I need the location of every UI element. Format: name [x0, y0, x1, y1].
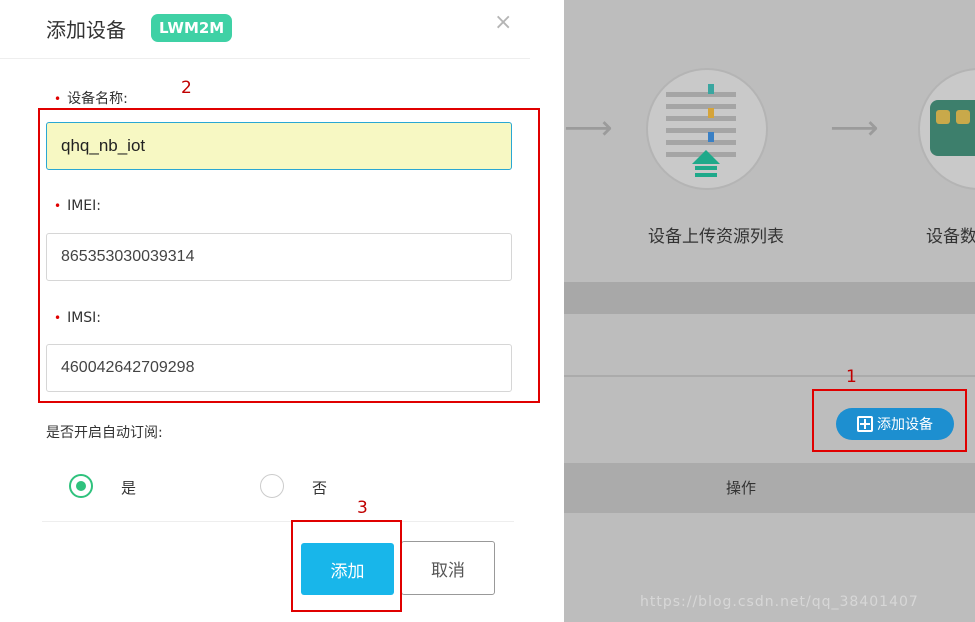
device-name-label: • 设备名称:: [54, 91, 128, 107]
auto-subscribe-yes-radio[interactable]: [69, 474, 93, 498]
device-data-icon: [918, 68, 975, 190]
annotation-box-1: [812, 389, 967, 452]
arrow-right-icon: ⟶: [830, 108, 879, 148]
annotation-box-2: [38, 108, 540, 403]
watermark: https://blog.csdn.net/qq_38401407: [640, 594, 919, 610]
auto-subscribe-yes-label: 是: [121, 479, 137, 497]
bg-divider: [564, 375, 975, 377]
title-divider: [0, 58, 530, 59]
arrow-right-icon: ⟶: [564, 108, 613, 148]
table-header-action: 操作: [726, 479, 757, 497]
auto-subscribe-label: 是否开启自动订阅:: [46, 425, 163, 441]
flow-step-label: 设备上传资源列表: [648, 227, 784, 247]
footer-divider: [42, 521, 514, 522]
auto-subscribe-no-radio[interactable]: [260, 474, 284, 498]
annotation-number: 1: [846, 367, 857, 387]
dialog-title: 添加设备: [46, 18, 126, 42]
annotation-box-3: [291, 520, 402, 612]
flow-step-label: 设备数: [926, 227, 975, 247]
resource-list-icon: [646, 68, 768, 190]
annotation-number: 3: [357, 498, 368, 518]
annotation-number: 2: [181, 78, 192, 98]
cancel-button[interactable]: 取消: [401, 541, 495, 595]
bg-band: [564, 282, 975, 314]
auto-subscribe-no-label: 否: [312, 479, 328, 497]
required-marker: •: [54, 92, 62, 106]
close-icon[interactable]: ×: [494, 10, 512, 35]
protocol-badge: LWM2M: [151, 14, 233, 42]
table-header: 操作: [564, 463, 975, 513]
background-page: ⟶ ⟶ 设备上传资源列表 设备数 添加设备 操作: [564, 0, 975, 622]
